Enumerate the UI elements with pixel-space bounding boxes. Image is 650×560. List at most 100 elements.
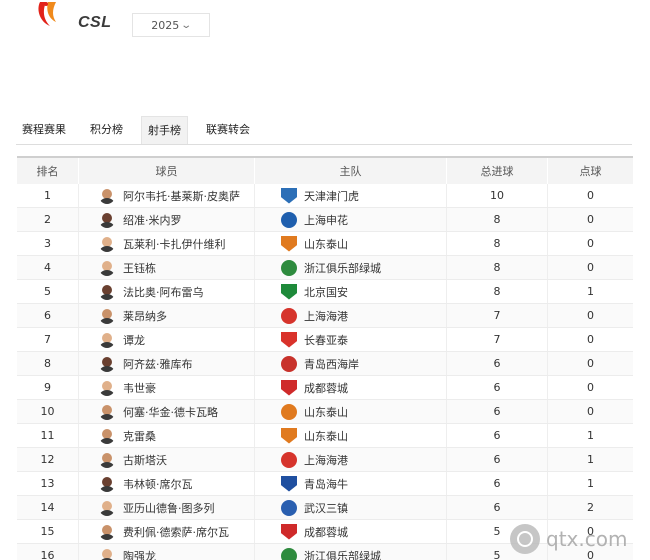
rank-cell: 4 <box>17 256 79 279</box>
team-name[interactable]: 上海海港 <box>304 308 348 324</box>
team-name[interactable]: 山东泰山 <box>304 404 348 420</box>
player-name[interactable]: 韦林顿·席尔瓦 <box>123 476 193 492</box>
team-cell[interactable]: 北京国安 <box>255 280 447 303</box>
team-cell[interactable]: 上海海港 <box>255 448 447 471</box>
team-cell[interactable]: 青岛海牛 <box>255 472 447 495</box>
team-crest-icon <box>281 235 297 252</box>
player-name[interactable]: 费利佩·德索萨·席尔瓦 <box>123 524 229 540</box>
player-cell[interactable]: 费利佩·德索萨·席尔瓦 <box>79 520 255 543</box>
team-name[interactable]: 浙江俱乐部绿城 <box>304 548 381 560</box>
goals-cell: 8 <box>447 232 548 255</box>
table-row[interactable]: 1 阿尔韦托·基莱斯·皮奥萨 天津津门虎 10 0 <box>17 184 633 208</box>
player-name[interactable]: 韦世豪 <box>123 380 156 396</box>
team-name[interactable]: 山东泰山 <box>304 236 348 252</box>
team-name[interactable]: 成都蓉城 <box>304 380 348 396</box>
player-cell[interactable]: 绍准·米内罗 <box>79 208 255 231</box>
player-name[interactable]: 王钰栋 <box>123 260 156 276</box>
tab-transfers[interactable]: 联赛转会 <box>200 116 256 144</box>
player-name[interactable]: 阿尔韦托·基莱斯·皮奥萨 <box>123 188 240 204</box>
tab-standings[interactable]: 积分榜 <box>84 116 129 144</box>
team-name[interactable]: 青岛海牛 <box>304 476 348 492</box>
table-row[interactable]: 7 谭龙 长春亚泰 7 0 <box>17 328 633 352</box>
player-name[interactable]: 克雷桑 <box>123 428 156 444</box>
rank-cell: 6 <box>17 304 79 327</box>
player-name[interactable]: 瓦莱利·卡扎伊什维利 <box>123 236 226 252</box>
table-row[interactable]: 9 韦世豪 成都蓉城 6 0 <box>17 376 633 400</box>
player-avatar <box>99 428 115 444</box>
goals-cell: 6 <box>447 424 548 447</box>
player-name[interactable]: 绍准·米内罗 <box>123 212 182 228</box>
team-name[interactable]: 浙江俱乐部绿城 <box>304 260 381 276</box>
player-name[interactable]: 莱昂纳多 <box>123 308 167 324</box>
player-name[interactable]: 何塞·华金·德卡瓦略 <box>123 404 218 420</box>
year-dropdown[interactable]: 2025 ⌄ <box>132 13 210 37</box>
team-cell[interactable]: 山东泰山 <box>255 232 447 255</box>
player-cell[interactable]: 法比奥·阿布雷乌 <box>79 280 255 303</box>
col-goals[interactable]: 总进球 <box>447 158 548 184</box>
player-cell[interactable]: 王钰栋 <box>79 256 255 279</box>
player-cell[interactable]: 亚历山德鲁·图多列 <box>79 496 255 519</box>
team-cell[interactable]: 上海海港 <box>255 304 447 327</box>
team-name[interactable]: 北京国安 <box>304 284 348 300</box>
team-cell[interactable]: 成都蓉城 <box>255 520 447 543</box>
team-cell[interactable]: 浙江俱乐部绿城 <box>255 256 447 279</box>
col-rank[interactable]: 排名 <box>17 158 79 184</box>
team-name[interactable]: 上海海港 <box>304 452 348 468</box>
player-cell[interactable]: 何塞·华金·德卡瓦略 <box>79 400 255 423</box>
player-cell[interactable]: 莱昂纳多 <box>79 304 255 327</box>
col-penalties[interactable]: 点球 <box>548 158 633 184</box>
team-cell[interactable]: 长春亚泰 <box>255 328 447 351</box>
player-avatar <box>99 404 115 420</box>
player-name[interactable]: 阿齐兹·雅库布 <box>123 356 193 372</box>
table-row[interactable]: 2 绍准·米内罗 上海申花 8 0 <box>17 208 633 232</box>
table-row[interactable]: 4 王钰栋 浙江俱乐部绿城 8 0 <box>17 256 633 280</box>
player-cell[interactable]: 谭龙 <box>79 328 255 351</box>
team-name[interactable]: 青岛西海岸 <box>304 356 359 372</box>
player-cell[interactable]: 陶强龙 <box>79 544 255 560</box>
team-cell[interactable]: 上海申花 <box>255 208 447 231</box>
table-row[interactable]: 10 何塞·华金·德卡瓦略 山东泰山 6 0 <box>17 400 633 424</box>
team-cell[interactable]: 武汉三镇 <box>255 496 447 519</box>
team-name[interactable]: 长春亚泰 <box>304 332 348 348</box>
player-cell[interactable]: 瓦莱利·卡扎伊什维利 <box>79 232 255 255</box>
table-row[interactable]: 13 韦林顿·席尔瓦 青岛海牛 6 1 <box>17 472 633 496</box>
player-cell[interactable]: 阿尔韦托·基莱斯·皮奥萨 <box>79 184 255 207</box>
player-name[interactable]: 法比奥·阿布雷乌 <box>123 284 204 300</box>
team-name[interactable]: 上海申花 <box>304 212 348 228</box>
team-name[interactable]: 武汉三镇 <box>304 500 348 516</box>
table-row[interactable]: 12 古斯塔沃 上海海港 6 1 <box>17 448 633 472</box>
col-team[interactable]: 主队 <box>255 158 447 184</box>
penalties-cell: 0 <box>587 357 594 370</box>
tab-scorers[interactable]: 射手榜 <box>141 116 188 144</box>
player-name[interactable]: 古斯塔沃 <box>123 452 167 468</box>
player-cell[interactable]: 克雷桑 <box>79 424 255 447</box>
table-row[interactable]: 3 瓦莱利·卡扎伊什维利 山东泰山 8 0 <box>17 232 633 256</box>
table-row[interactable]: 6 莱昂纳多 上海海港 7 0 <box>17 304 633 328</box>
team-name[interactable]: 天津津门虎 <box>304 188 359 204</box>
player-cell[interactable]: 韦林顿·席尔瓦 <box>79 472 255 495</box>
table-row[interactable]: 11 克雷桑 山东泰山 6 1 <box>17 424 633 448</box>
player-cell[interactable]: 阿齐兹·雅库布 <box>79 352 255 375</box>
player-avatar <box>99 524 115 540</box>
team-name[interactable]: 山东泰山 <box>304 428 348 444</box>
player-name[interactable]: 谭龙 <box>123 332 145 348</box>
player-avatar <box>99 260 115 276</box>
table-body: 1 阿尔韦托·基莱斯·皮奥萨 天津津门虎 10 0 2 绍准·米内罗 上海申花 8 0 3 瓦莱利·卡… <box>17 184 633 560</box>
table-row[interactable]: 5 法比奥·阿布雷乌 北京国安 8 1 <box>17 280 633 304</box>
player-cell[interactable]: 古斯塔沃 <box>79 448 255 471</box>
team-cell[interactable]: 山东泰山 <box>255 400 447 423</box>
player-name[interactable]: 陶强龙 <box>123 548 156 560</box>
team-cell[interactable]: 山东泰山 <box>255 424 447 447</box>
table-row[interactable]: 8 阿齐兹·雅库布 青岛西海岸 6 0 <box>17 352 633 376</box>
team-cell[interactable]: 天津津门虎 <box>255 184 447 207</box>
player-avatar <box>99 212 115 228</box>
table-row[interactable]: 14 亚历山德鲁·图多列 武汉三镇 6 2 <box>17 496 633 520</box>
col-player[interactable]: 球员 <box>79 158 255 184</box>
player-name[interactable]: 亚历山德鲁·图多列 <box>123 500 215 516</box>
team-cell[interactable]: 成都蓉城 <box>255 376 447 399</box>
team-cell[interactable]: 浙江俱乐部绿城 <box>255 544 447 560</box>
team-cell[interactable]: 青岛西海岸 <box>255 352 447 375</box>
tab-schedule[interactable]: 赛程赛果 <box>16 116 72 144</box>
player-cell[interactable]: 韦世豪 <box>79 376 255 399</box>
team-name[interactable]: 成都蓉城 <box>304 524 348 540</box>
